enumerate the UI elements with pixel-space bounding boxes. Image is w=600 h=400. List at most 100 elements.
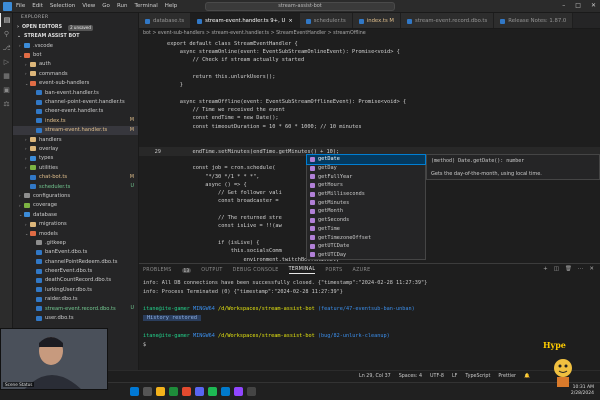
testing-icon[interactable]: ⚖	[0, 97, 13, 111]
vscode-taskbar-icon[interactable]	[221, 387, 230, 396]
tree-item[interactable]: ban-event.handler.ts	[13, 88, 138, 97]
menu-item-view[interactable]: View	[82, 3, 95, 9]
menu-item-go[interactable]: Go	[102, 3, 110, 9]
suggestion-item[interactable]: getMonth	[307, 207, 425, 216]
menu-item-file[interactable]: File	[16, 3, 25, 9]
tree-item[interactable]: channelPointRedeem.dbo.ts	[13, 257, 138, 266]
panel-tab-terminal[interactable]: TERMINAL	[288, 267, 316, 274]
twitch-icon[interactable]	[234, 387, 243, 396]
bell-icon[interactable]: 🔔	[524, 374, 530, 379]
tree-item[interactable]: chat-bot.ts M	[13, 172, 138, 181]
close-panel-icon[interactable]: ✕	[589, 266, 594, 272]
cursor-position[interactable]: Ln 29, Col 37	[359, 374, 391, 379]
suggestion-item[interactable]: getMilliseconds	[307, 190, 425, 199]
tree-item[interactable]: lurkingUser.dbo.ts	[13, 285, 138, 294]
tree-item[interactable]: stream-event.handler.ts M	[13, 125, 138, 135]
tree-item[interactable]: › utilities	[13, 163, 138, 172]
tree-item[interactable]: › .vscode	[13, 41, 138, 50]
tree-item[interactable]: › migrations	[13, 219, 138, 228]
panel-tab-problems[interactable]: PROBLEMS	[143, 268, 172, 273]
tree-item[interactable]: ⌄ bot	[13, 50, 138, 59]
breadcrumb[interactable]: bot > event-sub-handlers > stream-event.…	[139, 29, 600, 39]
panel-tab-ports[interactable]: PORTS	[325, 268, 342, 273]
suggestion-item[interactable]: getHours	[307, 181, 425, 190]
editor-tab[interactable]: Release Notes: 1.87.0	[494, 13, 574, 28]
remote-explorer-icon[interactable]: ▣	[0, 83, 13, 97]
close-icon[interactable]: ✕	[591, 2, 596, 9]
more-icon[interactable]: ⋯	[578, 266, 584, 272]
tree-item[interactable]: › coverage	[13, 201, 138, 210]
xbox-icon[interactable]	[169, 387, 178, 396]
language-mode[interactable]: TypeScript	[465, 374, 490, 379]
search-icon[interactable]: ⚲	[0, 27, 13, 41]
menu-item-help[interactable]: Help	[165, 3, 178, 9]
menu-item-run[interactable]: Run	[117, 3, 128, 9]
tree-item[interactable]: scheduler.ts U	[13, 182, 138, 191]
editor-tab[interactable]: database.ts	[139, 13, 192, 28]
tree-item[interactable]: banEvent.dbo.ts	[13, 248, 138, 257]
command-center-search[interactable]: stream-assist-bot	[205, 2, 395, 11]
spotify-icon[interactable]	[208, 387, 217, 396]
end-of-line[interactable]: LF	[452, 374, 457, 379]
suggestion-item[interactable]: getDate	[306, 154, 426, 165]
maximize-icon[interactable]: □	[575, 2, 581, 9]
tree-item[interactable]: › types	[13, 154, 138, 163]
code-editor[interactable]: environment.twitchBot.channel, this.soci…	[139, 39, 600, 263]
suggestion-item[interactable]: getUTCDate	[307, 242, 425, 251]
minimize-icon[interactable]: –	[562, 2, 565, 9]
tree-item[interactable]: › configurations	[13, 191, 138, 200]
panel-tab-output[interactable]: OUTPUT	[201, 268, 222, 273]
tree-item[interactable]: ⌄ event-sub-handlers	[13, 79, 138, 88]
search-taskbar-icon[interactable]	[143, 387, 152, 396]
suggestion-item[interactable]: getTimezoneOffset	[307, 233, 425, 242]
source-control-icon[interactable]: ⎇	[0, 41, 13, 55]
tree-item[interactable]: ⌄ database	[13, 210, 138, 219]
windows-start-icon[interactable]	[130, 387, 139, 396]
suggestion-item[interactable]: getSeconds	[307, 216, 425, 225]
tree-item[interactable]: › commands	[13, 69, 138, 78]
suggestion-item[interactable]: getDay	[307, 164, 425, 173]
tree-item[interactable]: user.dbo.ts	[13, 313, 138, 322]
menu-item-selection[interactable]: Selection	[50, 3, 75, 9]
tree-item[interactable]: › overlay	[13, 144, 138, 153]
suggestion-item[interactable]: getUTCDay	[307, 251, 425, 260]
explorer-icon[interactable]: ▤	[0, 13, 13, 27]
project-section[interactable]: ⌄ STREAM ASSIST BOT	[13, 32, 138, 41]
tree-item[interactable]: channel-point-event.handler.ts	[13, 97, 138, 106]
open-editors-section[interactable]: › OPEN EDITORS 2 unsaved	[13, 23, 138, 32]
panel-tab-azure[interactable]: AZURE	[353, 268, 371, 273]
editor-tab[interactable]: scheduler.ts	[299, 13, 353, 28]
indentation[interactable]: Spaces: 4	[399, 374, 422, 379]
trash-icon[interactable]: 🗑	[565, 266, 572, 272]
panel-tab-debug-console[interactable]: DEBUG CONSOLE	[233, 268, 279, 273]
tree-item[interactable]: .gitkeep	[13, 238, 138, 247]
menu-item-terminal[interactable]: Terminal	[134, 3, 157, 9]
terminal-output[interactable]: info: All DB connections have been succe…	[143, 280, 593, 350]
tree-item[interactable]: deathCountRecord.dbo.ts	[13, 276, 138, 285]
tree-item[interactable]: ⌄ models	[13, 229, 138, 238]
editor-tab[interactable]: stream-event.record.dbo.ts	[401, 13, 495, 28]
discord-icon[interactable]	[195, 387, 204, 396]
tree-item[interactable]: › handlers	[13, 135, 138, 144]
editor-tab[interactable]: index.ts M	[352, 13, 401, 28]
add-terminal-icon[interactable]: +	[543, 266, 548, 272]
encoding[interactable]: UTF-8	[430, 374, 444, 379]
file-explorer-icon[interactable]	[156, 387, 165, 396]
close-tab-icon[interactable]: ×	[288, 18, 292, 24]
tree-item[interactable]: stream-event.record.dbo.ts U	[13, 304, 138, 313]
obs-icon[interactable]	[247, 387, 256, 396]
run-debug-icon[interactable]: ▷	[0, 55, 13, 69]
tree-item[interactable]: cheer-event.handler.ts	[13, 107, 138, 116]
tree-item[interactable]: raider.dbo.ts	[13, 295, 138, 304]
suggestion-item[interactable]: getTime	[307, 225, 425, 234]
tree-item[interactable]: index.ts M	[13, 116, 138, 125]
menu-item-edit[interactable]: Edit	[32, 3, 43, 9]
suggestion-item[interactable]: getFullYear	[307, 172, 425, 181]
suggestion-item[interactable]: getMinutes	[307, 198, 425, 207]
extensions-icon[interactable]: ▦	[0, 69, 13, 83]
split-terminal-icon[interactable]: ◫	[554, 266, 559, 272]
prettier-status[interactable]: Prettier	[498, 374, 516, 379]
editor-tab[interactable]: stream-event.handler.ts 9+, U ×	[191, 13, 300, 28]
tree-item[interactable]: › auth	[13, 60, 138, 69]
browser-icon[interactable]	[182, 387, 191, 396]
